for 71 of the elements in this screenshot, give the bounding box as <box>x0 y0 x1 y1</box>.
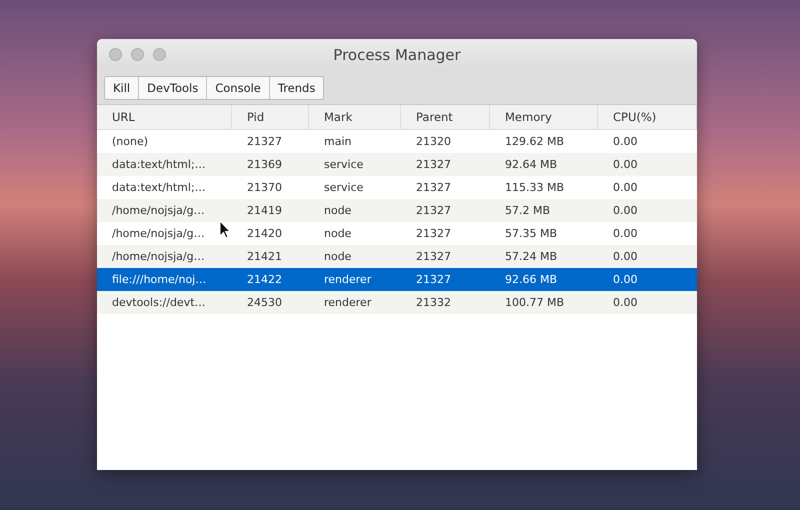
maximize-icon[interactable] <box>153 48 166 61</box>
toolbar-button[interactable]: Trends <box>268 76 324 98</box>
table-row[interactable]: data:text/html;… 21370 service 21327 115.33 MB 0.00 <box>97 176 697 199</box>
table-cell: 21327 <box>416 227 451 240</box>
table-row[interactable]: /home/nojsja/g… 21420 node 21327 57.35 MB 0.00 <box>97 222 697 245</box>
table-row[interactable]: file:///home/noj… 21422 renderer 21327 92.66 MB 0.00 <box>97 268 697 291</box>
column-header[interactable]: Mark <box>309 105 401 129</box>
column-header[interactable]: CPU(%) <box>598 105 697 129</box>
table-cell: 100.77 MB <box>505 296 564 309</box>
table-cell: 0.00 <box>613 181 638 194</box>
table-cell: node <box>324 227 352 240</box>
table-cell: 21327 <box>416 250 451 263</box>
table-cell: 92.64 MB <box>505 158 558 171</box>
table-cell: 0.00 <box>613 227 638 240</box>
table-row[interactable]: (none) 21327 main 21320 129.62 MB 0.00 <box>97 130 697 153</box>
toolbar-button[interactable]: Console <box>206 76 269 98</box>
column-header[interactable]: Memory <box>490 105 598 129</box>
table-cell: data:text/html;… <box>112 181 206 194</box>
table-cell: 21421 <box>247 250 282 263</box>
table-cell: 0.00 <box>613 204 638 217</box>
table-cell: /home/nojsja/g… <box>112 250 205 263</box>
table-cell: 21420 <box>247 227 282 240</box>
table-cell: 0.00 <box>613 158 638 171</box>
table-cell: main <box>324 135 352 148</box>
table-cell: node <box>324 250 352 263</box>
table-row[interactable]: devtools://devt… 24530 renderer 21332 100.77 MB 0.00 <box>97 291 697 314</box>
table-cell: 21327 <box>416 273 451 286</box>
window-title: Process Manager <box>333 46 461 64</box>
table-cell: data:text/html;… <box>112 158 206 171</box>
table-cell: 21320 <box>416 135 451 148</box>
table-cell: /home/nojsja/g… <box>112 227 205 240</box>
table-cell: 0.00 <box>613 250 638 263</box>
table-row[interactable]: data:text/html;… 21369 service 21327 92.64 MB 0.00 <box>97 153 697 176</box>
table-cell: service <box>324 158 364 171</box>
table-cell: 21370 <box>247 181 282 194</box>
table-cell: devtools://devt… <box>112 296 206 309</box>
table-cell: 57.2 MB <box>505 204 550 217</box>
table-cell: 92.66 MB <box>505 273 558 286</box>
table-cell: node <box>324 204 352 217</box>
table-cell: 21327 <box>416 204 451 217</box>
table-cell: 0.00 <box>613 296 638 309</box>
table-cell: 57.24 MB <box>505 250 558 263</box>
table-cell: (none) <box>112 135 148 148</box>
table-row[interactable]: /home/nojsja/g… 21419 node 21327 57.2 MB 0.00 <box>97 199 697 222</box>
table-cell: 115.33 MB <box>505 181 564 194</box>
mouse-pointer-icon <box>219 220 231 239</box>
table-cell: 21332 <box>416 296 451 309</box>
minimize-icon[interactable] <box>131 48 144 61</box>
table-cell: 21419 <box>247 204 282 217</box>
table-cell: 129.62 MB <box>505 135 564 148</box>
table-cell: renderer <box>324 296 372 309</box>
column-header[interactable]: Parent <box>401 105 490 129</box>
table-row[interactable]: /home/nojsja/g… 21421 node 21327 57.24 MB 0.00 <box>97 245 697 268</box>
column-header[interactable]: Pid <box>232 105 309 129</box>
table-cell: 57.35 MB <box>505 227 558 240</box>
close-icon[interactable] <box>109 48 122 61</box>
table-cell: /home/nojsja/g… <box>112 204 205 217</box>
toolbar-button[interactable]: Kill <box>105 76 138 98</box>
table-cell: 21327 <box>416 181 451 194</box>
table-cell: 21327 <box>247 135 282 148</box>
table-cell: service <box>324 181 364 194</box>
toolbar-button[interactable]: DevTools <box>138 76 206 98</box>
table-cell: 21369 <box>247 158 282 171</box>
column-header[interactable]: URL <box>97 105 232 129</box>
table-cell: 21422 <box>247 273 282 286</box>
table-cell: 0.00 <box>613 273 638 286</box>
table-cell: 24530 <box>247 296 282 309</box>
table-cell: renderer <box>324 273 372 286</box>
table-cell: 0.00 <box>613 135 638 148</box>
table-cell: 21327 <box>416 158 451 171</box>
table-cell: file:///home/noj… <box>112 273 206 286</box>
